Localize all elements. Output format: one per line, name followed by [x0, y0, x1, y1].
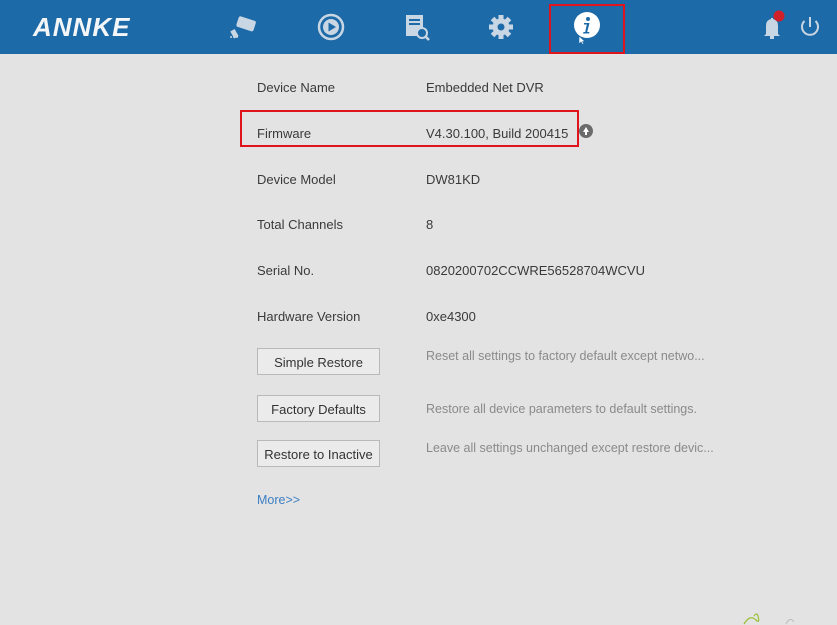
total-channels-label: Total Channels [257, 217, 343, 232]
top-bar: ANNKE [0, 0, 837, 54]
alarm-badge [773, 10, 785, 22]
device-model-label: Device Model [257, 172, 336, 187]
hardware-version-value: 0xe4300 [426, 309, 476, 324]
device-model-value: DW81KD [426, 172, 481, 187]
factory-defaults-desc: Restore all device parameters to default… [426, 402, 697, 416]
simple-restore-button[interactable]: Simple Restore [257, 348, 380, 375]
power-icon[interactable] [796, 10, 824, 44]
gear-icon[interactable] [484, 10, 518, 44]
playback-icon[interactable] [314, 10, 348, 44]
firmware-value: V4.30.100, Build 200415 [426, 126, 569, 141]
serial-no-label: Serial No. [257, 263, 315, 278]
file-search-icon[interactable] [400, 10, 434, 44]
brand-logo: ANNKE [33, 12, 131, 42]
device-name-value: Embedded Net DVR [426, 80, 544, 95]
factory-defaults-button[interactable]: Factory Defaults [257, 395, 380, 422]
restore-to-inactive-button[interactable]: Restore to Inactive [257, 440, 380, 467]
nav-highlight-box [549, 4, 625, 54]
upgrade-icon[interactable] [579, 124, 593, 138]
total-channels-value: 8 [426, 217, 434, 232]
serial-no-value: 0820200702CCWRE56528704WCVU [426, 263, 645, 278]
more-link[interactable]: More>> [257, 493, 300, 507]
corner-decoration-icon [743, 613, 795, 625]
camera-icon[interactable] [228, 10, 262, 44]
hardware-version-label: Hardware Version [257, 309, 361, 324]
bell-icon[interactable] [758, 10, 786, 44]
device-name-label: Device Name [257, 80, 336, 95]
restore-to-inactive-desc: Leave all settings unchanged except rest… [426, 441, 714, 455]
firmware-label: Firmware [257, 126, 312, 141]
simple-restore-desc: Reset all settings to factory default ex… [426, 349, 705, 363]
